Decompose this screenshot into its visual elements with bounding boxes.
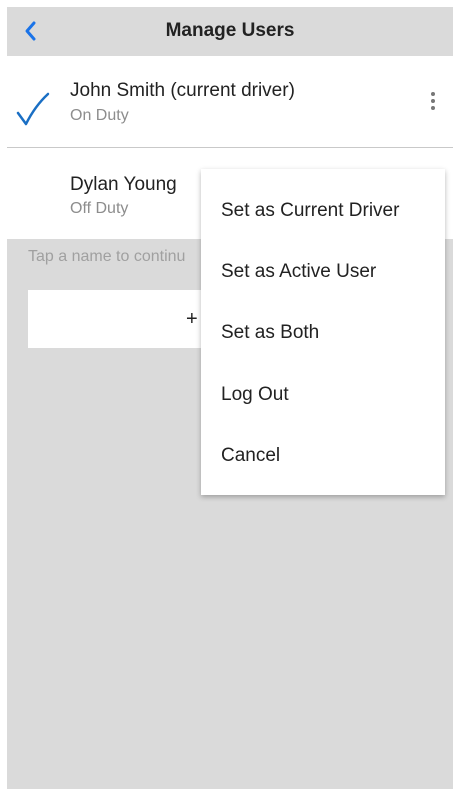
hint-text: Tap a name to continu bbox=[28, 248, 186, 265]
user-name: John Smith (current driver) bbox=[70, 80, 295, 101]
header-bar: Manage Users bbox=[7, 7, 453, 57]
menu-item-set-current-driver[interactable]: Set as Current Driver bbox=[221, 200, 399, 222]
page-title: Manage Users bbox=[165, 20, 295, 41]
menu-item-set-both[interactable]: Set as Both bbox=[221, 322, 319, 344]
context-menu: Set as Current Driver Set as Active User… bbox=[201, 169, 445, 495]
user-status: On Duty bbox=[70, 107, 129, 124]
menu-item-set-active-user[interactable]: Set as Active User bbox=[221, 261, 376, 283]
app-screen: Manage Users John Smith (current driver)… bbox=[7, 7, 453, 789]
user-row-john-smith[interactable]: John Smith (current driver) On Duty bbox=[7, 56, 453, 148]
add-user-label: + bbox=[186, 308, 198, 330]
menu-item-log-out[interactable]: Log Out bbox=[221, 384, 289, 406]
checkmark-icon bbox=[16, 92, 50, 126]
user-status: Off Duty bbox=[70, 200, 129, 217]
more-options-icon[interactable] bbox=[423, 92, 443, 116]
menu-item-cancel[interactable]: Cancel bbox=[221, 445, 280, 467]
user-name: Dylan Young bbox=[70, 174, 177, 195]
